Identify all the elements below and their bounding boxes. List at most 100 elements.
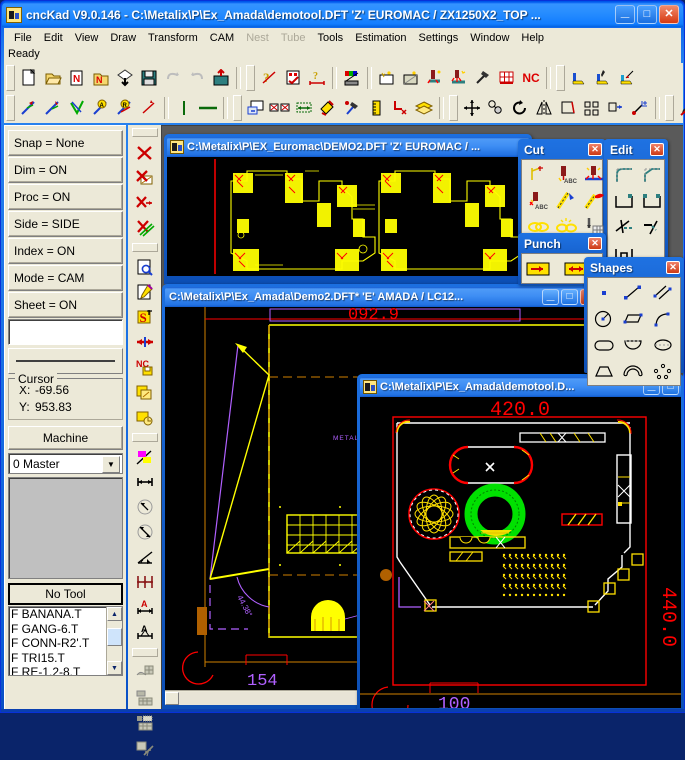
- micro-joint-icon[interactable]: [137, 97, 161, 120]
- lead-in-icon[interactable]: [17, 97, 41, 120]
- maximize-button[interactable]: □: [637, 5, 657, 24]
- mirror-icon[interactable]: [532, 97, 556, 120]
- palette-shapes-close-icon[interactable]: ✕: [666, 261, 680, 274]
- menu-item-file[interactable]: File: [8, 30, 38, 46]
- edit-nc-icon[interactable]: [132, 280, 158, 305]
- stretch-icon[interactable]: [292, 97, 316, 120]
- palette-cut-close-icon[interactable]: ✕: [588, 143, 602, 156]
- copy-part-icon[interactable]: [132, 380, 158, 405]
- screen-setup-icon[interactable]: [244, 97, 268, 120]
- vtoolbar-grip[interactable]: [131, 648, 158, 657]
- toolbar-grip[interactable]: [556, 65, 565, 91]
- parallel-lines-icon[interactable]: [649, 280, 676, 305]
- vtoolbar-grip[interactable]: [131, 243, 158, 252]
- color-setup-icon[interactable]: [340, 67, 364, 90]
- toolbar-grip[interactable]: [449, 95, 458, 121]
- pink-tool-icon[interactable]: [132, 445, 158, 470]
- child2-maximize-button[interactable]: □: [561, 289, 578, 305]
- open-folder-icon[interactable]: [41, 67, 65, 90]
- cut-abc-up-icon[interactable]: ABC: [524, 188, 551, 213]
- fillet-icon[interactable]: [610, 162, 637, 187]
- save-icon[interactable]: [137, 67, 161, 90]
- copy-icon[interactable]: [484, 97, 508, 120]
- toolbar-grip[interactable]: [665, 95, 674, 121]
- arc-slot-icon[interactable]: [620, 358, 647, 383]
- info-part-icon[interactable]: ?: [305, 67, 329, 90]
- remove-attrib-icon[interactable]: R: [113, 97, 137, 120]
- layers-icon[interactable]: [412, 97, 436, 120]
- explode-icon[interactable]: [628, 97, 652, 120]
- child1-title-bar[interactable]: C:\Metalix\P\EX_Euromac\DEMO2.DFT 'Z' EU…: [167, 137, 529, 157]
- demotool-window[interactable]: C:\Metalix\P\Ex_Amada\demotool.D... _ □ …: [357, 374, 683, 711]
- dim-angular-icon[interactable]: [132, 545, 158, 570]
- bolt-circle-icon[interactable]: [649, 358, 676, 383]
- auto-punch-icon[interactable]: [423, 67, 447, 90]
- bend-pen-icon[interactable]: [591, 67, 615, 90]
- array-icon[interactable]: [580, 97, 604, 120]
- grid-pair-icon[interactable]: [268, 97, 292, 120]
- save-nc-icon[interactable]: NC: [132, 355, 158, 380]
- new-nc-icon[interactable]: N: [65, 67, 89, 90]
- scroll-left-icon[interactable]: [165, 691, 179, 705]
- rectangle-icon[interactable]: [620, 306, 647, 331]
- mode-button-6[interactable]: Sheet = ON: [8, 292, 123, 318]
- bend-up-icon[interactable]: [567, 67, 591, 90]
- mode-button-3[interactable]: Side = SIDE: [8, 211, 123, 237]
- measure-query-icon[interactable]: ?: [257, 67, 281, 90]
- menu-item-estimation[interactable]: Estimation: [349, 30, 412, 46]
- trim-corner-icon[interactable]: [610, 188, 637, 213]
- open-nc-icon[interactable]: N: [89, 67, 113, 90]
- trim-line-icon[interactable]: [610, 214, 637, 239]
- child1-canvas[interactable]: [167, 157, 529, 276]
- toolbar-grip[interactable]: [6, 65, 15, 91]
- extend-corner-icon[interactable]: [638, 188, 665, 213]
- point-icon[interactable]: [590, 280, 617, 305]
- tool-table-icon[interactable]: [495, 67, 519, 90]
- bend-angle-icon[interactable]: [615, 67, 639, 90]
- arc-icon[interactable]: [649, 306, 676, 331]
- machine-button[interactable]: Machine: [8, 426, 123, 450]
- palette-edit-title-bar[interactable]: Edit ✕: [606, 141, 666, 158]
- duplicate-part-icon[interactable]: [132, 405, 158, 430]
- preview-nc-icon[interactable]: [132, 255, 158, 280]
- machine-select[interactable]: 0 Master ▼: [8, 453, 123, 474]
- line-icon[interactable]: [620, 280, 647, 305]
- scroll-up-icon[interactable]: ▲: [107, 607, 122, 621]
- demo2-euromac-window[interactable]: C:\Metalix\P\EX_Euromac\DEMO2.DFT 'Z' EU…: [164, 134, 532, 284]
- obround-icon[interactable]: [590, 332, 617, 357]
- palette-punch-close-icon[interactable]: ✕: [588, 237, 602, 250]
- menu-item-edit[interactable]: Edit: [38, 30, 69, 46]
- close-button[interactable]: ✕: [659, 5, 679, 24]
- menu-item-settings[interactable]: Settings: [413, 30, 465, 46]
- nc-label[interactable]: NC: [519, 67, 543, 90]
- move-icon[interactable]: [460, 97, 484, 120]
- mode-button-0[interactable]: Snap = None: [8, 130, 123, 156]
- check-part-icon[interactable]: [281, 67, 305, 90]
- palette-shapes[interactable]: Shapes ✕: [584, 257, 684, 386]
- check-lead-icon[interactable]: [65, 97, 89, 120]
- delete-proc-icon[interactable]: [132, 140, 158, 165]
- offset-icon[interactable]: [604, 97, 628, 120]
- d-shape-icon[interactable]: [620, 332, 647, 357]
- dim-linear-icon[interactable]: [132, 470, 158, 495]
- chamfer-icon[interactable]: [638, 162, 665, 187]
- auto-tool-icon[interactable]: [375, 67, 399, 90]
- tool-list-scrollbar[interactable]: ▲ ▼: [106, 607, 122, 675]
- minimize-button[interactable]: _: [615, 4, 635, 24]
- menu-item-view[interactable]: View: [69, 30, 105, 46]
- punch-single-icon[interactable]: [524, 256, 551, 281]
- vtoolbar-grip[interactable]: [131, 433, 158, 442]
- rotate-icon[interactable]: [508, 97, 532, 120]
- circle-icon[interactable]: [590, 306, 617, 331]
- mode-button-1[interactable]: Dim = ON: [8, 157, 123, 183]
- palette-edit-close-icon[interactable]: ✕: [650, 143, 664, 156]
- menu-item-tools[interactable]: Tools: [312, 30, 350, 46]
- import-dxf-icon[interactable]: [113, 67, 137, 90]
- extend-line-icon[interactable]: [638, 214, 665, 239]
- dim-diameter-icon[interactable]: [132, 520, 158, 545]
- toolbar-grip[interactable]: [233, 95, 242, 121]
- cut-chain-icon[interactable]: [552, 188, 579, 213]
- chevron-down-icon[interactable]: ▼: [102, 456, 120, 473]
- cut-abc-down-icon[interactable]: ABC: [552, 162, 579, 187]
- cut-red-tool-icon[interactable]: [580, 188, 607, 213]
